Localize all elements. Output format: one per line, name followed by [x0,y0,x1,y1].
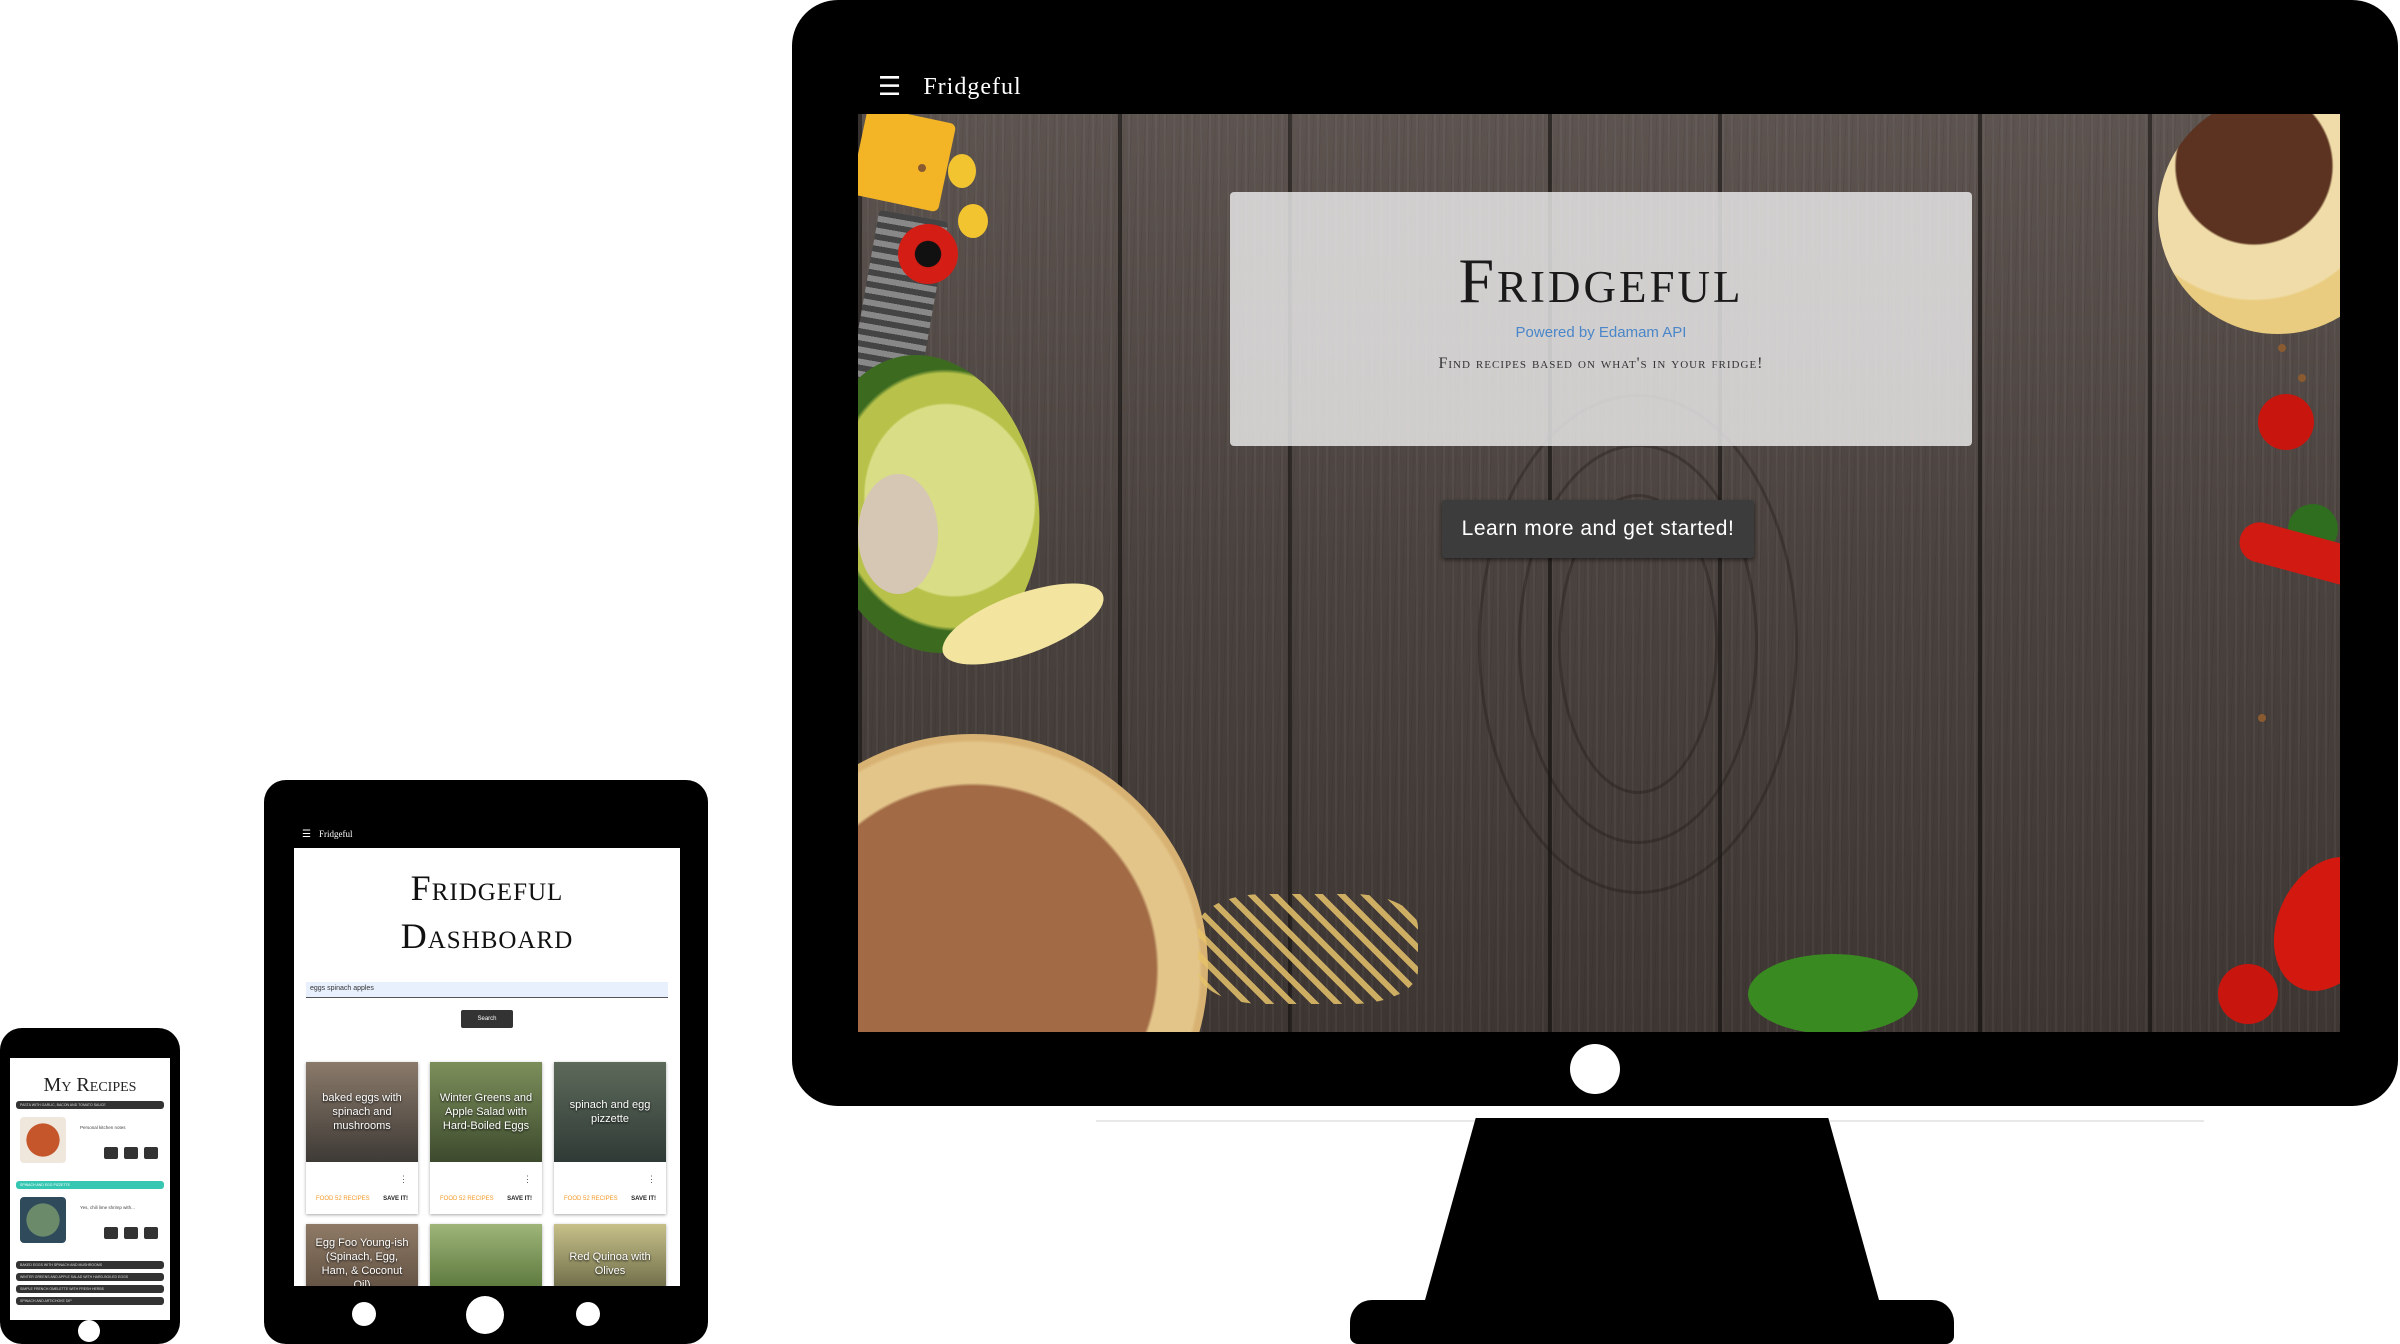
recipe-card[interactable]: Red Quinoa with Olives [554,1224,666,1286]
monitor-foot [1350,1300,1954,1344]
recipe-thumbnail [20,1197,66,1243]
recipe-card-image[interactable]: Egg Foo Young-ish (Spinach, Egg, Ham, & … [306,1224,418,1286]
edit-icon[interactable] [104,1227,118,1239]
my-recipes-title: My Recipes [43,1074,137,1096]
hero-title: Fridgeful [1458,245,1744,316]
avocado-pit-image [858,474,938,594]
recipe-source-link[interactable]: FOOD 52 RECIPES [440,1196,494,1202]
recipe-card[interactable]: Winter Greens and Apple Salad with Hard-… [430,1062,542,1214]
recipe-note: Personal kitchen notes [80,1125,126,1130]
recipe-card-image[interactable]: baked eggs with spinach and mushrooms [306,1062,418,1162]
delete-icon[interactable] [144,1147,158,1159]
link-icon[interactable] [124,1227,138,1239]
cucumber-image [1748,954,1918,1032]
corn-image [948,154,976,188]
edit-icon[interactable] [104,1147,118,1159]
save-recipe-button[interactable]: SAVE IT! [383,1196,408,1202]
recipe-thumbnail [20,1117,66,1163]
tablet-navbar: ☰ Fridgeful [294,820,680,848]
pepper-image [2258,394,2314,450]
hero-card: Fridgeful Powered by Edamam API Find rec… [1230,192,1972,446]
pepper-image [898,224,958,284]
recipe-card-image[interactable] [430,1224,542,1286]
recipe-collapsible-header[interactable]: WINTER GREENS AND APPLE SALAD WITH HARD-… [16,1273,164,1281]
wood-knot [1478,394,1798,894]
dashboard-title: Fridgeful Dashboard [294,864,680,960]
hero-section: Fridgeful Powered by Edamam API Find rec… [858,114,2340,1032]
recipe-grid: baked eggs with spinach and mushrooms ⋮ … [306,1062,672,1286]
dashboard-title-line1: Fridgeful [410,868,564,908]
tablet-menu-button [576,1302,600,1326]
tablet-home-button [466,1296,504,1334]
search-button[interactable]: Search [461,1010,513,1028]
recipe-card[interactable]: Egg Foo Young-ish (Spinach, Egg, Ham, & … [306,1224,418,1286]
hamburger-menu-icon[interactable]: ☰ [302,829,311,840]
tablet-back-button [352,1302,376,1326]
powered-by-link[interactable]: Powered by Edamam API [1230,324,1972,341]
delete-icon[interactable] [144,1227,158,1239]
monitor-neck [1420,1118,1884,1318]
navbar-brand[interactable]: Fridgeful [319,829,353,839]
monitor-power-button [1570,1044,1620,1094]
recipe-source-link[interactable]: FOOD 52 RECIPES [316,1196,370,1202]
seed-icon [2298,374,2306,382]
corn-image [958,204,988,238]
recipe-card[interactable]: baked eggs with spinach and mushrooms ⋮ … [306,1062,418,1214]
recipe-card-image[interactable]: spinach and egg pizzette [554,1062,666,1162]
recipe-item: Yes, chili lime shrimp with... [16,1191,164,1257]
recipe-collapsible-header[interactable]: SPINACH AND ARTICHOKE DIP [16,1297,164,1305]
recipe-collapsible-header[interactable]: BAKED EGGS WITH SPINACH AND MUSHROOMS [16,1261,164,1269]
tablet-screen: ☰ Fridgeful Fridgeful Dashboard eggs spi… [294,820,680,1286]
seed-icon [2278,344,2286,352]
seed-icon [918,164,926,172]
more-options-icon[interactable]: ⋮ [523,1174,532,1185]
recipe-source-link[interactable]: FOOD 52 RECIPES [564,1196,618,1202]
recipe-card[interactable] [430,1224,542,1286]
phone-screen: My Recipes PASTA WITH GARLIC, BACON AND … [10,1058,170,1320]
save-recipe-button[interactable]: SAVE IT! [631,1196,656,1202]
save-recipe-button[interactable]: SAVE IT! [507,1196,532,1202]
recipe-item: Personal kitchen notes [16,1111,164,1177]
hero-tagline: Find recipes based on what's in your fri… [1438,355,1764,372]
get-started-button[interactable]: Learn more and get started! [1442,500,1754,558]
desktop-navbar: ☰ Fridgeful [858,60,2340,114]
link-icon[interactable] [124,1147,138,1159]
more-options-icon[interactable]: ⋮ [647,1174,656,1185]
phone-home-button [78,1320,100,1342]
recipe-note: Yes, chili lime shrimp with... [80,1205,135,1210]
more-options-icon[interactable]: ⋮ [399,1174,408,1185]
navbar-brand[interactable]: Fridgeful [923,74,1021,101]
recipe-card-image[interactable]: Red Quinoa with Olives [554,1224,666,1286]
dashboard-title-line2: Dashboard [400,916,574,956]
hamburger-menu-icon[interactable]: ☰ [878,72,901,102]
recipe-card[interactable]: spinach and egg pizzette ⋮ FOOD 52 RECIP… [554,1062,666,1214]
desktop-screen: ☰ Fridgeful Fridgeful Powered by Edamam … [858,60,2340,1032]
pepper-image [2218,964,2278,1024]
recipe-collapsible-header[interactable]: PASTA WITH GARLIC, BACON AND TOMATO SAUC… [16,1101,164,1109]
shredded-cheese-image [1198,894,1418,1004]
recipe-collapsible-header-active[interactable]: SPINACH AND EGG PIZZETTE [16,1181,164,1189]
recipe-collapsible-header[interactable]: SIMPLE FRENCH OMELETTE WITH FRESH HERBS [16,1285,164,1293]
ingredient-search-input[interactable]: eggs spinach apples [306,982,668,998]
recipe-card-image[interactable]: Winter Greens and Apple Salad with Hard-… [430,1062,542,1162]
seed-icon [2258,714,2266,722]
